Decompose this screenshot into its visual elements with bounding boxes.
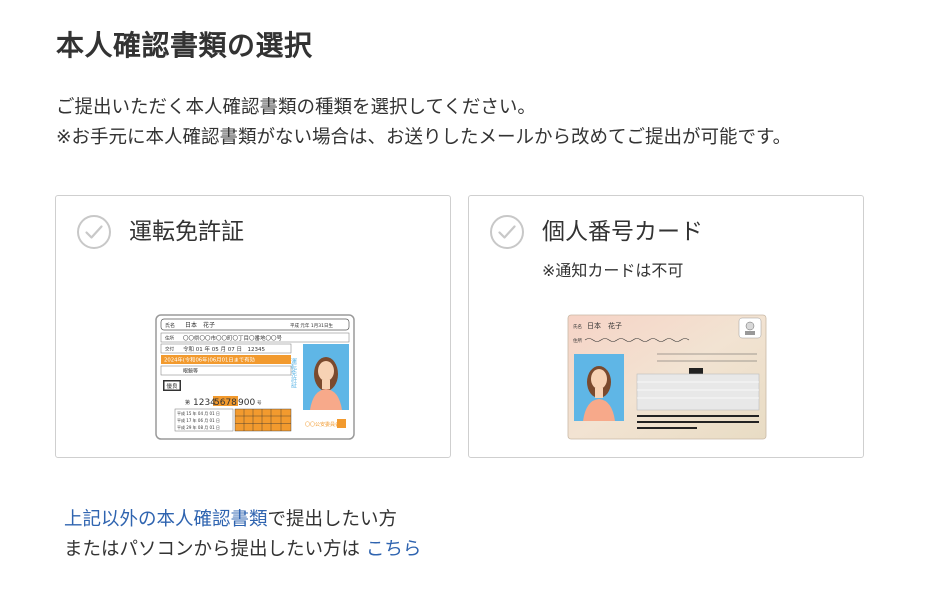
license-number-label: 第 bbox=[185, 399, 190, 406]
mynumber-name-label: 氏名 bbox=[573, 323, 582, 330]
license-number-suffix: 900 bbox=[238, 398, 255, 408]
option-label: 運転免許証 bbox=[129, 219, 244, 245]
alternative-line-2: またはパソコンから提出したい方は こちら bbox=[64, 535, 421, 565]
option-card-drivers-license[interactable]: 運転免許証 氏名 日本 花子 平成 元年 1月31日生 住所 〇〇県〇〇市〇〇町… bbox=[55, 195, 451, 458]
mynumber-address-label: 住所 bbox=[573, 337, 582, 344]
emblem-icon bbox=[738, 317, 762, 339]
description: ご提出いただく本人確認書類の種類を選択してください。 ※お手元に本人確認書類がな… bbox=[56, 93, 791, 153]
description-line-1: ご提出いただく本人確認書類の種類を選択してください。 bbox=[56, 97, 536, 118]
license-history-2: 平成 17 年 06 月 01 日 bbox=[177, 417, 220, 423]
my-number-card-sample-image: 氏名 日本 花子 住所 bbox=[567, 314, 767, 440]
license-category-grid bbox=[234, 408, 292, 432]
license-vertical-label: 運転免許証 bbox=[290, 358, 297, 389]
license-history-3: 平成 29 年 08 月 01 日 bbox=[177, 424, 220, 430]
other-documents-link[interactable]: 上記以外の本人確認書類 bbox=[64, 509, 268, 530]
alternative-line-2-text: またはパソコンから提出したい方は bbox=[64, 539, 366, 560]
pc-submission-link[interactable]: こちら bbox=[366, 539, 422, 560]
check-circle-icon bbox=[77, 215, 111, 249]
option-label: 個人番号カード bbox=[542, 219, 703, 245]
license-number-unit: 号 bbox=[257, 400, 262, 406]
description-line-2: ※お手元に本人確認書類がない場合は、お送りしたメールから改めてご提出が可能です。 bbox=[56, 127, 792, 148]
alternative-line-1-text: で提出したい方 bbox=[267, 509, 398, 530]
license-birth: 平成 元年 1月31日生 bbox=[290, 322, 333, 329]
license-badge: 優良 bbox=[167, 382, 179, 390]
license-number-highlight: 5678 bbox=[214, 398, 237, 408]
mynumber-name: 日本 花子 bbox=[587, 321, 622, 330]
license-issue: 令和 01 年 05 月 07 日 12345 bbox=[183, 345, 265, 353]
license-authority: 〇〇公安委員会 bbox=[305, 421, 340, 428]
license-name: 日本 花子 bbox=[185, 321, 215, 329]
license-history-1: 平成 15 年 04 月 01 日 bbox=[177, 410, 220, 416]
option-note: ※通知カードは不可 bbox=[542, 261, 684, 280]
option-card-my-number[interactable]: 個人番号カード ※通知カードは不可 氏名 日本 花子 住所 bbox=[468, 195, 864, 458]
license-address: 〇〇県〇〇市〇〇町〇丁目〇番地〇〇号 bbox=[183, 334, 283, 342]
license-address-label: 住所 bbox=[165, 335, 174, 342]
license-name-label: 氏名 bbox=[165, 322, 175, 329]
check-circle-icon bbox=[490, 215, 524, 249]
license-number-prefix: 1234 bbox=[193, 398, 216, 408]
page-title: 本人確認書類の選択 bbox=[56, 29, 313, 62]
drivers-license-sample-image: 氏名 日本 花子 平成 元年 1月31日生 住所 〇〇県〇〇市〇〇町〇丁目〇番地… bbox=[155, 314, 355, 440]
license-expiry: 2024年(令和06年)06月01日まで有効 bbox=[164, 356, 255, 364]
alternative-line-1: 上記以外の本人確認書類で提出したい方 bbox=[64, 505, 421, 535]
license-issue-label: 交付 bbox=[165, 346, 174, 353]
license-condition: 眼鏡等 bbox=[183, 368, 198, 375]
alternative-options: 上記以外の本人確認書類で提出したい方 またはパソコンから提出したい方は こちら bbox=[64, 505, 421, 565]
